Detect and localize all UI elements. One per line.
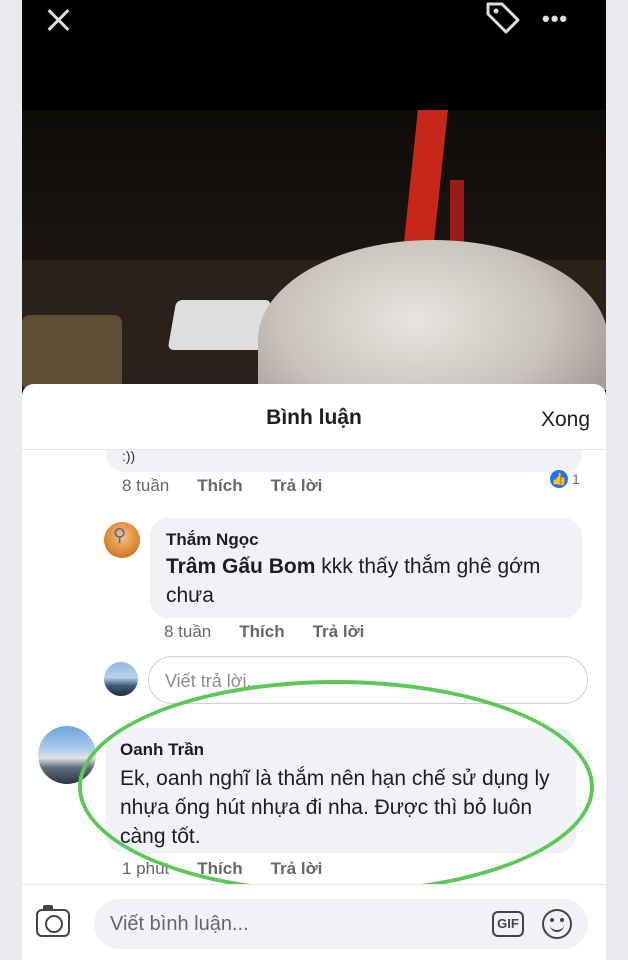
- mention-link[interactable]: Trâm Gấu Bom: [166, 555, 315, 578]
- close-icon[interactable]: [42, 4, 74, 36]
- comment-author[interactable]: Thắm Ngọc: [166, 530, 259, 550]
- reply-button[interactable]: Trả lời: [313, 622, 365, 642]
- comment-time: 8 tuần: [164, 622, 212, 641]
- more-icon[interactable]: •••: [542, 6, 574, 31]
- tag-icon[interactable]: [484, 0, 524, 36]
- photo-top-bar: •••: [22, 0, 606, 110]
- reply-button[interactable]: Trả lời: [271, 859, 323, 879]
- comment-bubble: Oanh Trần Ek, oanh nghĩ là thắm nên hạn …: [106, 728, 576, 853]
- comment-text: :)): [122, 448, 136, 464]
- like-button[interactable]: Thích: [197, 476, 242, 496]
- comment-text: Trâm Gấu Bom kkk thấy thắm ghê gớm chưa: [166, 555, 541, 607]
- comment-time: 1 phút: [122, 859, 170, 878]
- avatar: [104, 662, 138, 696]
- reply-input[interactable]: Viết trả lời...: [148, 656, 588, 704]
- reaction-count[interactable]: 👍 1: [548, 468, 580, 490]
- like-button[interactable]: Thích: [239, 622, 284, 642]
- done-button[interactable]: Xong: [541, 408, 590, 432]
- comment-actions: 1 phút Thích Trả lời: [122, 859, 322, 879]
- sheet-title: Bình luận: [266, 406, 362, 429]
- comments-sheet: Bình luận Xong :)) 8 tuần Thích Trả lời …: [22, 384, 606, 960]
- comment-actions: 8 tuần Thích Trả lời: [122, 476, 322, 496]
- camera-icon[interactable]: [36, 905, 70, 937]
- comment-bubble: Thắm Ngọc Trâm Gấu Bom kkk thấy thắm ghê…: [150, 518, 582, 618]
- emoji-icon[interactable]: [542, 909, 572, 939]
- like-button[interactable]: Thích: [197, 859, 242, 879]
- comment-bubble-partial: :)): [106, 448, 582, 472]
- comment-time: 8 tuần: [122, 476, 170, 495]
- comment-input[interactable]: Viết bình luận... GIF: [94, 899, 588, 949]
- gif-icon[interactable]: GIF: [492, 911, 524, 937]
- reply-placeholder: Viết trả lời...: [165, 671, 262, 691]
- comment-composer: Viết bình luận... GIF: [22, 884, 606, 960]
- comment-author[interactable]: Oanh Trần: [120, 740, 204, 760]
- sheet-header: Bình luận Xong: [22, 384, 606, 450]
- reaction-count-value: 1: [572, 471, 580, 487]
- phone-screen: ••• Bình luận Xong :)) 8 tuần Thích Trả …: [22, 0, 606, 960]
- reply-button[interactable]: Trả lời: [271, 476, 323, 496]
- post-photo: [22, 110, 606, 390]
- comment-placeholder: Viết bình luận...: [110, 913, 249, 935]
- thumbs-up-icon: 👍: [548, 468, 570, 490]
- comment-actions: 8 tuần Thích Trả lời: [164, 622, 364, 642]
- avatar[interactable]: [104, 522, 140, 558]
- comment-text: Ek, oanh nghĩ là thắm nên hạn chế sử dụn…: [120, 767, 550, 848]
- avatar[interactable]: [38, 726, 96, 784]
